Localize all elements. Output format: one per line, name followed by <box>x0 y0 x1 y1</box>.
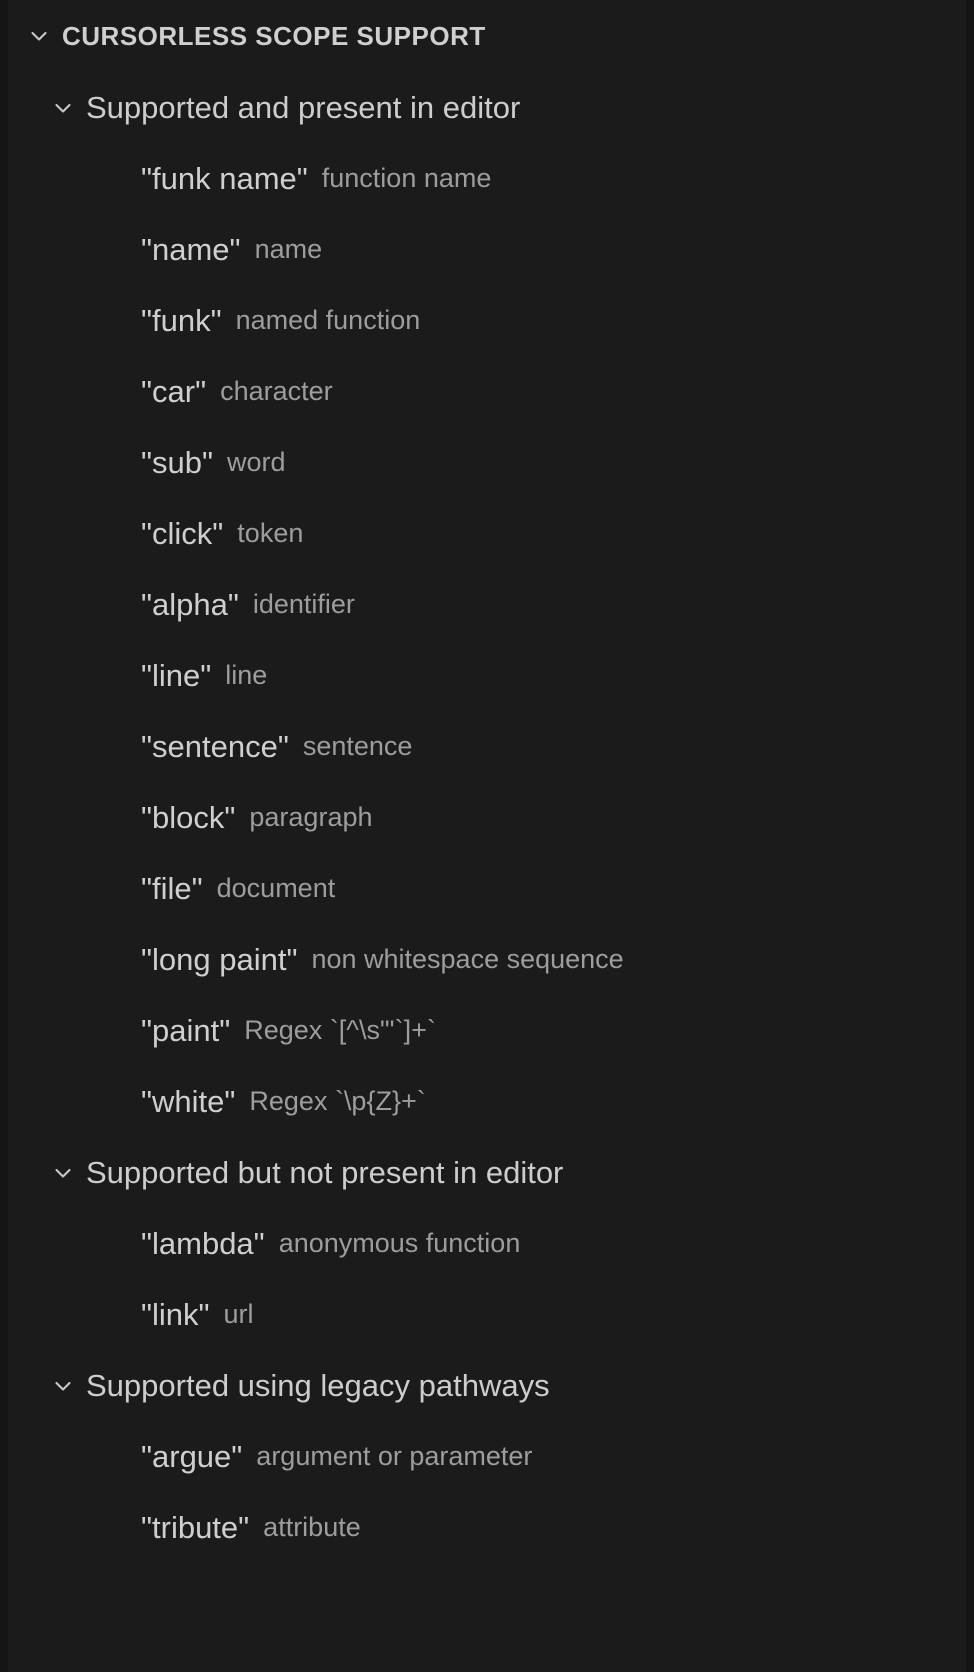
tree-item-row[interactable]: "click" token <box>8 498 966 569</box>
tree-item-row[interactable]: "argue" argument or parameter <box>8 1421 966 1492</box>
scope-spoken-form: "paint" <box>141 1012 231 1048</box>
scope-description: attribute <box>263 1512 361 1542</box>
tree-section-row[interactable]: Supported and present in editor <box>8 72 966 143</box>
scope-spoken-form: "funk" <box>141 302 222 338</box>
scope-description: anonymous function <box>278 1228 521 1258</box>
scope-spoken-form: "argue" <box>141 1438 243 1474</box>
scope-spoken-form: "block" <box>141 799 236 835</box>
scope-spoken-form: "line" <box>141 657 212 693</box>
scope-description: line <box>225 660 268 690</box>
tree-item-row[interactable]: "sentence" sentence <box>8 711 966 782</box>
scope-spoken-form: "white" <box>141 1083 236 1119</box>
tree-section-row[interactable]: Supported but not present in editor <box>8 1137 966 1208</box>
scope-spoken-form: "name" <box>141 231 241 267</box>
scope-description: sentence <box>302 731 413 761</box>
scope-description: Regex `\p{Z}+` <box>249 1086 426 1116</box>
tree-item-row[interactable]: "line" line <box>8 640 966 711</box>
scope-spoken-form: "sentence" <box>141 728 289 764</box>
tree-item-row[interactable]: "funk" named function <box>8 285 966 356</box>
tree-section-label: Supported using legacy pathways <box>86 1367 550 1403</box>
scope-spoken-form: "tribute" <box>141 1509 250 1545</box>
scope-spoken-form: "car" <box>141 373 207 409</box>
scope-description: identifier <box>252 589 355 619</box>
tree-item-row[interactable]: "file" document <box>8 853 966 924</box>
tree-item-row[interactable]: "car" character <box>8 356 966 427</box>
tree-item-row[interactable]: "funk name" function name <box>8 143 966 214</box>
tree-item-row[interactable]: "link" url <box>8 1279 966 1350</box>
scope-description: character <box>220 376 333 406</box>
scope-description: document <box>216 873 336 903</box>
tree-root-row[interactable]: CURSORLESS SCOPE SUPPORT <box>8 0 966 72</box>
tree-section-label: Supported but not present in editor <box>86 1154 564 1190</box>
chevron-down-icon[interactable] <box>40 1350 86 1421</box>
scope-description: function name <box>321 163 492 193</box>
chevron-down-icon[interactable] <box>40 72 86 143</box>
scope-description: named function <box>235 305 421 335</box>
tree-item-row[interactable]: "lambda" anonymous function <box>8 1208 966 1279</box>
tree-item-row[interactable]: "name" name <box>8 214 966 285</box>
chevron-down-icon[interactable] <box>40 1137 86 1208</box>
cursorless-scope-support-panel: CURSORLESS SCOPE SUPPORT Supported and p… <box>8 0 966 1672</box>
scope-spoken-form: "lambda" <box>141 1225 265 1261</box>
scope-spoken-form: "file" <box>141 870 203 906</box>
tree-item-row[interactable]: "sub" word <box>8 427 966 498</box>
scope-description: name <box>254 234 323 264</box>
page-title: CURSORLESS SCOPE SUPPORT <box>62 20 486 51</box>
scope-description: non whitespace sequence <box>311 944 624 974</box>
scope-description: token <box>237 518 304 548</box>
tree-section-label: Supported and present in editor <box>86 89 521 125</box>
scope-description: word <box>227 447 286 477</box>
scope-spoken-form: "link" <box>141 1296 210 1332</box>
tree-section-row[interactable]: Supported using legacy pathways <box>8 1350 966 1421</box>
scope-spoken-form: "funk name" <box>141 160 308 196</box>
scope-description: url <box>223 1299 254 1329</box>
tree-item-row[interactable]: "paint" Regex `[^\s"'`]+` <box>8 995 966 1066</box>
tree-item-row[interactable]: "block" paragraph <box>8 782 966 853</box>
scope-spoken-form: "alpha" <box>141 586 239 622</box>
scope-description: Regex `[^\s"'`]+` <box>244 1015 436 1045</box>
scope-description: paragraph <box>249 802 373 832</box>
scope-spoken-form: "click" <box>141 515 224 551</box>
scope-spoken-form: "sub" <box>141 444 213 480</box>
tree-item-row[interactable]: "tribute" attribute <box>8 1492 966 1563</box>
tree-item-row[interactable]: "white" Regex `\p{Z}+` <box>8 1066 966 1137</box>
tree-body: Supported and present in editor "funk nam… <box>8 72 966 1563</box>
chevron-down-icon[interactable] <box>16 1 62 72</box>
scope-description: argument or parameter <box>256 1441 533 1471</box>
scope-spoken-form: "long paint" <box>141 941 298 977</box>
tree-item-row[interactable]: "long paint" non whitespace sequence <box>8 924 966 995</box>
tree-item-row[interactable]: "alpha" identifier <box>8 569 966 640</box>
